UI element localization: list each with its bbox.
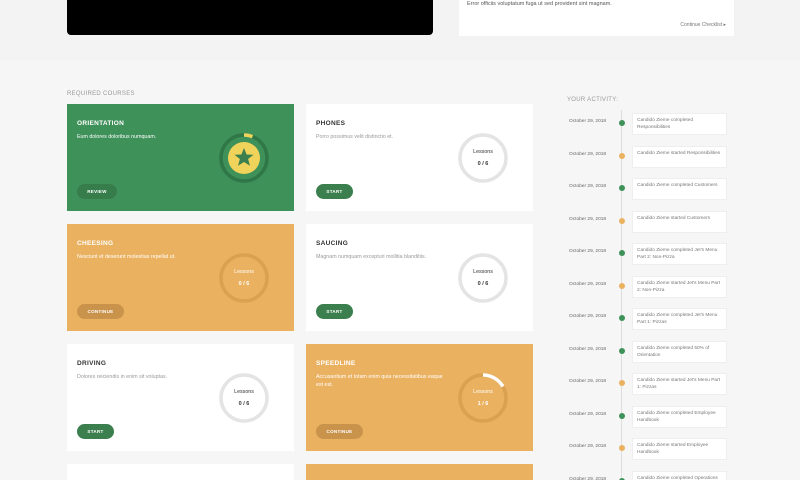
- course-description: Porro possimus velit distinctio et.: [316, 134, 394, 140]
- course-title: PHONES: [316, 120, 346, 127]
- activity-date: October 29, 2018: [569, 346, 607, 352]
- activity-date: October 29, 2018: [569, 249, 607, 254]
- activity-item: October 29, 2018 Candido Zieme completed …: [560, 113, 740, 139]
- course-title: ORIENTATION: [77, 120, 125, 127]
- course-title: SAUCING: [316, 240, 349, 247]
- activity-item: October 29, 2018 Candido Zieme completed …: [560, 178, 740, 204]
- status-dot-icon: [619, 315, 625, 321]
- course-description: Accusantium et totam enim quia necessita…: [316, 374, 443, 388]
- lesson-progress: Lessons 0 / 6: [218, 372, 270, 424]
- lessons-count: 1 / 6: [477, 401, 489, 407]
- status-dot-icon: [619, 152, 625, 159]
- course-card-partial: [67, 464, 294, 480]
- course-description: Nesciunt et deserunt molestias repellat …: [77, 254, 176, 260]
- activity-date: October 29, 2018: [569, 444, 607, 449]
- course-card-saucing: SAUCING Magnam numquam excepturi mollitia…: [306, 224, 533, 331]
- start-button[interactable]: START: [316, 184, 353, 199]
- activity-text: Candido Zieme started Responsibilities: [632, 145, 727, 168]
- activity-date: October 29, 2018: [569, 184, 607, 189]
- lesson-progress: Lessons 0 / 6: [218, 252, 270, 304]
- status-dot-icon: [619, 185, 625, 191]
- lessons-label: Lessons: [234, 269, 254, 275]
- start-button[interactable]: START: [316, 304, 353, 319]
- activity-date: October 29, 2018: [569, 216, 607, 222]
- chevron-right-icon: ▸: [723, 22, 726, 28]
- activity-text: Candido Zieme started Employee Handbook: [632, 438, 727, 460]
- required-courses-title: REQUIRED COURSES: [67, 91, 135, 97]
- lessons-count: 0 / 6: [238, 401, 250, 407]
- activity-text: Candido Zieme completed 50% of Orientati…: [632, 340, 727, 363]
- activity-date: October 29, 2018: [569, 411, 607, 417]
- lessons-label: Lessons: [473, 149, 493, 155]
- course-description: Magnam numquam excepturi mollitia blandi…: [316, 254, 427, 260]
- lessons-label: Lessons: [473, 389, 493, 395]
- lessons-label: Lessons: [473, 269, 493, 275]
- activity-text: Candido Zieme completed Responsibilities: [632, 113, 727, 135]
- continue-checklist-link[interactable]: Continue Checklist ▸: [680, 22, 726, 28]
- status-dot-icon: [619, 380, 625, 386]
- course-card-speedline: SPEEDLINE Accusantium et totam enim quia …: [306, 344, 533, 451]
- your-activity-title: YOUR ACTIVITY:: [567, 97, 619, 103]
- course-card-driving: DRIVING Dolores reiciendis in enim sit vo…: [67, 344, 294, 451]
- lesson-progress: Lessons 0 / 6: [457, 132, 509, 184]
- activity-date: October 29, 2018: [569, 151, 607, 157]
- activity-date: October 29, 2018: [569, 314, 607, 319]
- activity-item: October 29, 2018 Candido Zieme completed …: [560, 243, 740, 269]
- activity-item: October 29, 2018 Candido Zieme completed …: [560, 470, 740, 480]
- status-dot-icon: [619, 347, 625, 354]
- activity-item: October 29, 2018 Candido Zieme started Cu…: [560, 210, 740, 237]
- lesson-progress: Lessons 0 / 6: [457, 252, 509, 304]
- activity-date: October 29, 2018: [569, 119, 607, 124]
- status-dot-icon: [619, 445, 625, 451]
- lessons-count: 0 / 6: [477, 161, 489, 167]
- activity-item: October 29, 2018 Candido Zieme completed …: [560, 308, 740, 334]
- course-description: Dolores reiciendis in enim sit voluptas.: [77, 374, 168, 380]
- activity-text: Candido Zieme completed Jet's Menu Part …: [632, 243, 727, 265]
- course-description: Eum dolores doloribus numquam.: [77, 134, 157, 140]
- lessons-count: 0 / 6: [238, 281, 250, 287]
- course-card-orientation: ORIENTATION Eum dolores doloribus numquam…: [67, 104, 294, 211]
- status-dot-icon: [619, 282, 625, 289]
- activity-item: October 29, 2018 Candido Zieme started Je…: [560, 373, 740, 399]
- status-dot-icon: [619, 250, 625, 256]
- activity-text: Candido Zieme completed Employee Handboo…: [632, 405, 727, 428]
- activity-item: October 29, 2018 Candido Zieme started Je…: [560, 275, 740, 302]
- lesson-progress: Lessons 1 / 6: [457, 372, 509, 424]
- activity-text: Candido Zieme started Customers: [632, 210, 727, 233]
- activity-date: October 29, 2018: [569, 476, 607, 480]
- course-title: DRIVING: [77, 360, 107, 367]
- start-button[interactable]: START: [77, 424, 114, 439]
- continue-button[interactable]: CONTINUE: [316, 424, 363, 439]
- status-dot-icon: [619, 412, 625, 419]
- activity-item: October 29, 2018 Candido Zieme completed …: [560, 405, 740, 432]
- course-title: CHEESING: [77, 240, 114, 247]
- activity-text: Candido Zieme started Jet's Menu Part 2:…: [632, 275, 727, 298]
- review-button[interactable]: REVIEW: [77, 184, 117, 199]
- activity-item: October 29, 2018 Candido Zieme completed …: [560, 340, 740, 367]
- status-dot-icon: [619, 217, 625, 224]
- lessons-label: Lessons: [234, 389, 254, 395]
- lessons-count: 0 / 6: [477, 281, 489, 287]
- course-card-partial: [306, 464, 533, 480]
- activity-item: October 29, 2018 Candido Zieme started Re…: [560, 145, 740, 172]
- continue-checklist-label: Continue Checklist: [680, 22, 723, 28]
- checklist-description: Error officiis voluptatum fuga ut sed pr…: [467, 1, 612, 7]
- course-card-cheesing: CHEESING Nesciunt et deserunt molestias r…: [67, 224, 294, 331]
- intro-video[interactable]: [67, 0, 433, 35]
- status-dot-icon: [619, 120, 625, 126]
- activity-date: October 29, 2018: [569, 281, 607, 287]
- activity-text: Candido Zieme started Jet's Menu Part 1:…: [632, 373, 727, 395]
- continue-button[interactable]: CONTINUE: [77, 304, 124, 319]
- activity-text: Candido Zieme completed Customers: [632, 178, 727, 200]
- checklist-card: Error officiis voluptatum fuga ut sed pr…: [459, 0, 734, 36]
- activity-item: October 29, 2018 Candido Zieme started Em…: [560, 438, 740, 464]
- activity-date: October 29, 2018: [569, 379, 607, 384]
- activity-text: Candido Zieme completed Jet's Menu Part …: [632, 308, 727, 330]
- progress-ring: [219, 133, 269, 183]
- course-title: SPEEDLINE: [316, 360, 356, 367]
- course-card-phones: PHONES Porro possimus velit distinctio et…: [306, 104, 533, 211]
- activity-text: Candido Zieme completed Operations: [632, 470, 727, 480]
